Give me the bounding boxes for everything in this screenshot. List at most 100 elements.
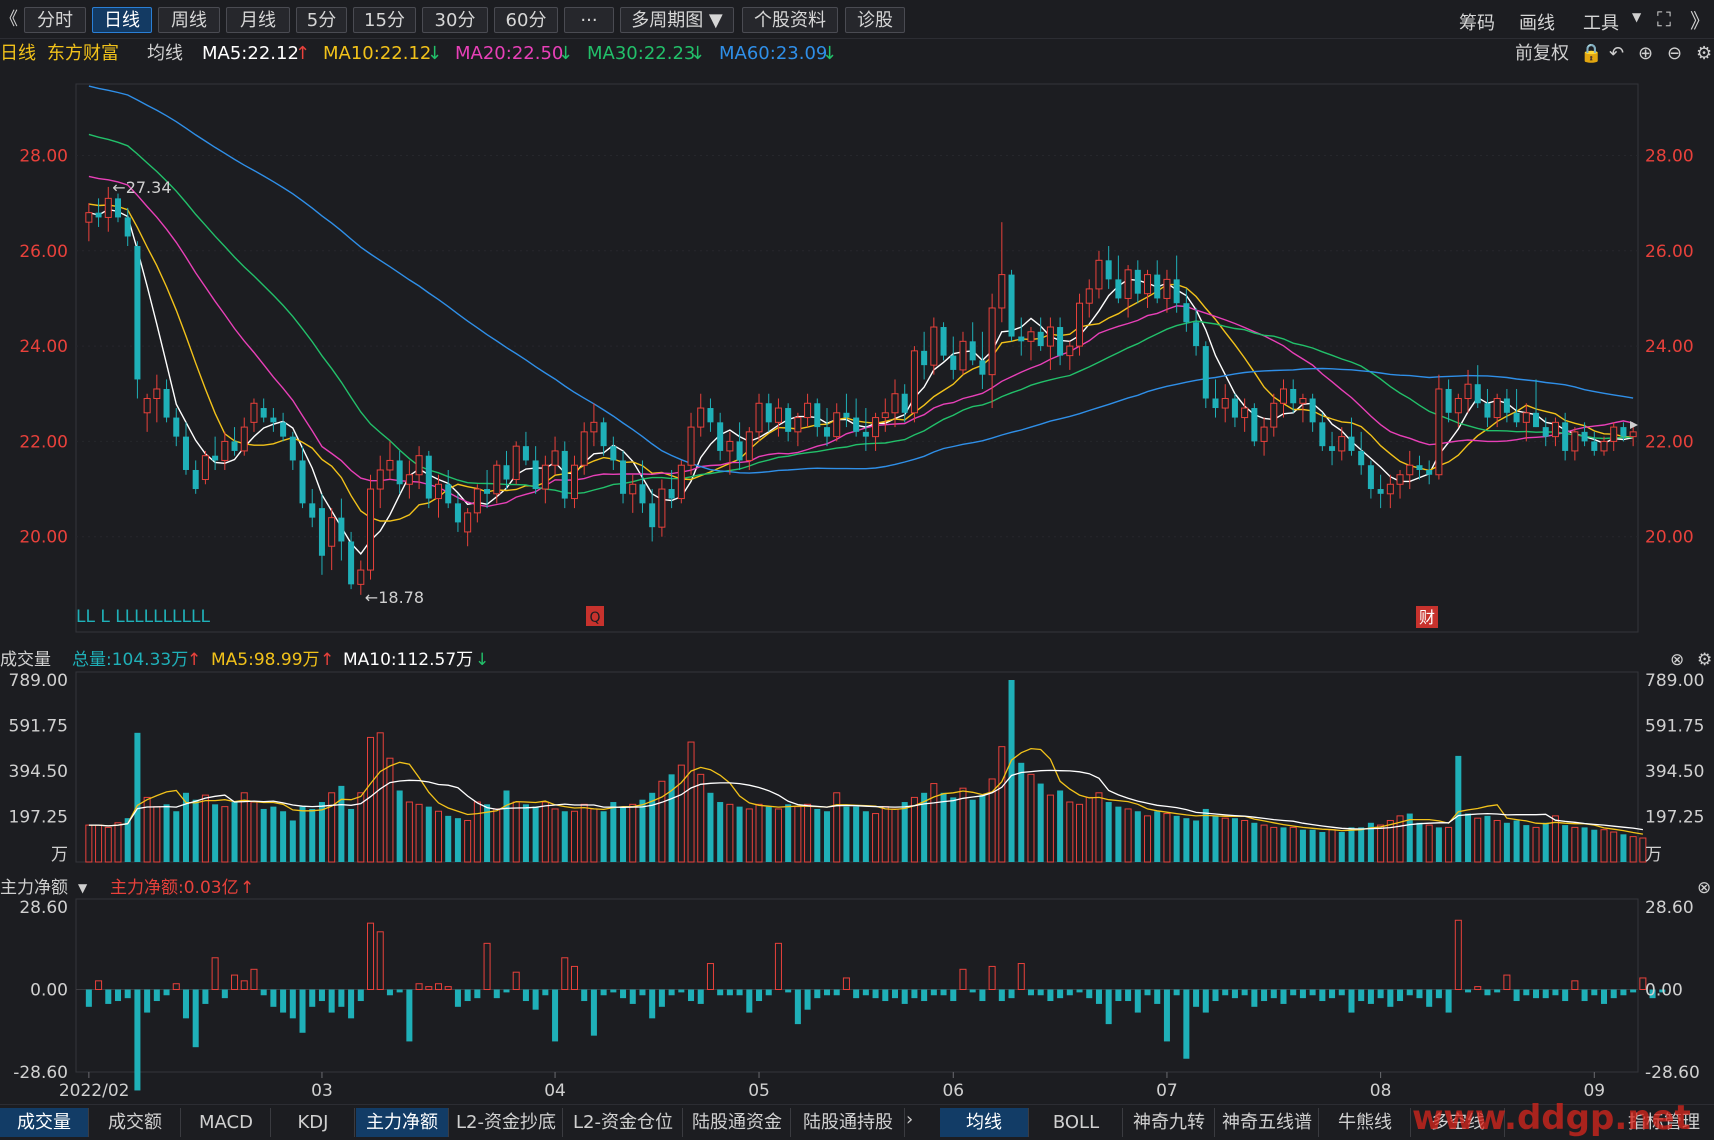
flow-bar [998, 989, 1005, 1002]
candle [1416, 455, 1423, 480]
volume-bar [1115, 806, 1122, 862]
indicator-tab-4[interactable]: 主力净额 [356, 1108, 449, 1137]
candle [921, 331, 928, 380]
volume-bar [1319, 832, 1326, 862]
volume-bar [1046, 794, 1054, 863]
flow-tick-right: 0.00 [1645, 981, 1683, 1001]
candle-body [503, 465, 510, 480]
flow-bar [668, 989, 675, 996]
volume-bar [745, 808, 753, 863]
flow-bar [1008, 989, 1015, 999]
candle-body [1493, 398, 1501, 419]
candle [833, 403, 841, 442]
volume-bar [1124, 808, 1132, 863]
candle [843, 393, 850, 428]
flow-bar [746, 989, 753, 1013]
volume-bar [639, 799, 646, 862]
candle [804, 393, 812, 428]
indicator-tab-2[interactable]: MACD [182, 1108, 271, 1137]
candle-body [668, 489, 675, 499]
volume-tick-right: 591.75 [1645, 717, 1704, 737]
candle-body [182, 436, 189, 470]
candle-body [260, 408, 267, 418]
candle [240, 417, 248, 456]
volume-bar [1193, 820, 1200, 862]
indicator-tab-0[interactable]: 成交量 [0, 1108, 89, 1137]
volume-bar [862, 811, 869, 862]
overlay-tab-3[interactable]: 神奇五线谱 [1216, 1108, 1319, 1137]
candle [250, 398, 258, 432]
candle-body [425, 455, 432, 499]
candle [726, 431, 734, 475]
candle [1144, 269, 1152, 308]
volume-bar [872, 813, 880, 863]
candle [697, 393, 705, 437]
candle [1202, 341, 1209, 409]
volume-bar [415, 803, 423, 863]
candle [153, 374, 161, 423]
candle-body [270, 417, 277, 423]
volume-bar [338, 785, 345, 862]
volume-tick-left: 789.00 [9, 671, 68, 691]
candle [745, 427, 753, 470]
volume-bar [134, 732, 141, 862]
volume-bar [891, 808, 899, 863]
candle-body [1173, 279, 1180, 304]
candle [143, 393, 151, 432]
volume-bar [503, 790, 510, 862]
volume-bar [998, 746, 1006, 863]
overlay-tab-0[interactable]: 均线 [940, 1108, 1029, 1137]
candle [649, 489, 656, 542]
flow-bar [706, 963, 714, 990]
volume-bar [629, 803, 637, 863]
flow-bar [1358, 989, 1365, 1002]
x-axis-label: 08 [1370, 1081, 1392, 1101]
candle-body [1435, 388, 1443, 476]
flow-bar [503, 989, 510, 993]
indicator-tab-6[interactable]: L2-资金仓位 [564, 1108, 683, 1137]
chevron-right-icon[interactable]: › [906, 1109, 913, 1130]
flow-bar [464, 989, 471, 1002]
flow-bar [590, 989, 597, 1036]
candle [620, 450, 627, 504]
candle [1251, 403, 1258, 447]
x-axis-label: 05 [748, 1081, 770, 1101]
overlay-tab-2[interactable]: 神奇九转 [1124, 1108, 1215, 1137]
indicator-tab-8[interactable]: 陆股通持股 [792, 1108, 905, 1137]
volume-bar [620, 806, 627, 862]
indicator-tab-3[interactable]: KDJ [272, 1108, 355, 1137]
candle-body [1251, 408, 1258, 442]
indicator-tab-7[interactable]: 陆股通资金 [684, 1108, 791, 1137]
candle-body [1562, 422, 1569, 451]
candle-body [697, 407, 705, 428]
kline-chart[interactable]: 28.00 28.00 26.00 26.00 24.00 24.00 22.00 22.00… [0, 0, 1714, 1104]
overlay-tab-4[interactable]: 牛熊线 [1320, 1108, 1411, 1137]
volume-bar [1465, 813, 1472, 862]
candle-body [551, 450, 559, 466]
volume-bar [785, 804, 792, 862]
price-tick-right: 26.00 [1645, 242, 1694, 262]
volume-bar [1338, 832, 1345, 862]
volume-bar [163, 804, 170, 862]
candle-body [774, 407, 782, 423]
overlay-tab-1[interactable]: BOLL [1030, 1108, 1123, 1137]
flow-bar [454, 989, 461, 1007]
candle [163, 379, 170, 423]
candle-body [600, 422, 607, 447]
candle-body [998, 274, 1006, 309]
volume-bar [1425, 824, 1433, 863]
indicator-tab-5[interactable]: L2-资金抄底 [450, 1108, 563, 1137]
candle-body [988, 307, 996, 376]
candle [687, 412, 695, 475]
candle [969, 322, 976, 366]
candle-body [153, 388, 161, 400]
indicator-tab-1[interactable]: 成交额 [90, 1108, 181, 1137]
volume-bar [114, 822, 122, 863]
candle [658, 479, 666, 537]
candle [270, 408, 277, 432]
volume-tick-left: 197.25 [9, 808, 68, 828]
candle [1105, 246, 1112, 289]
candle-body [1290, 388, 1297, 404]
candle [1221, 384, 1229, 423]
volume-bar [668, 774, 675, 862]
